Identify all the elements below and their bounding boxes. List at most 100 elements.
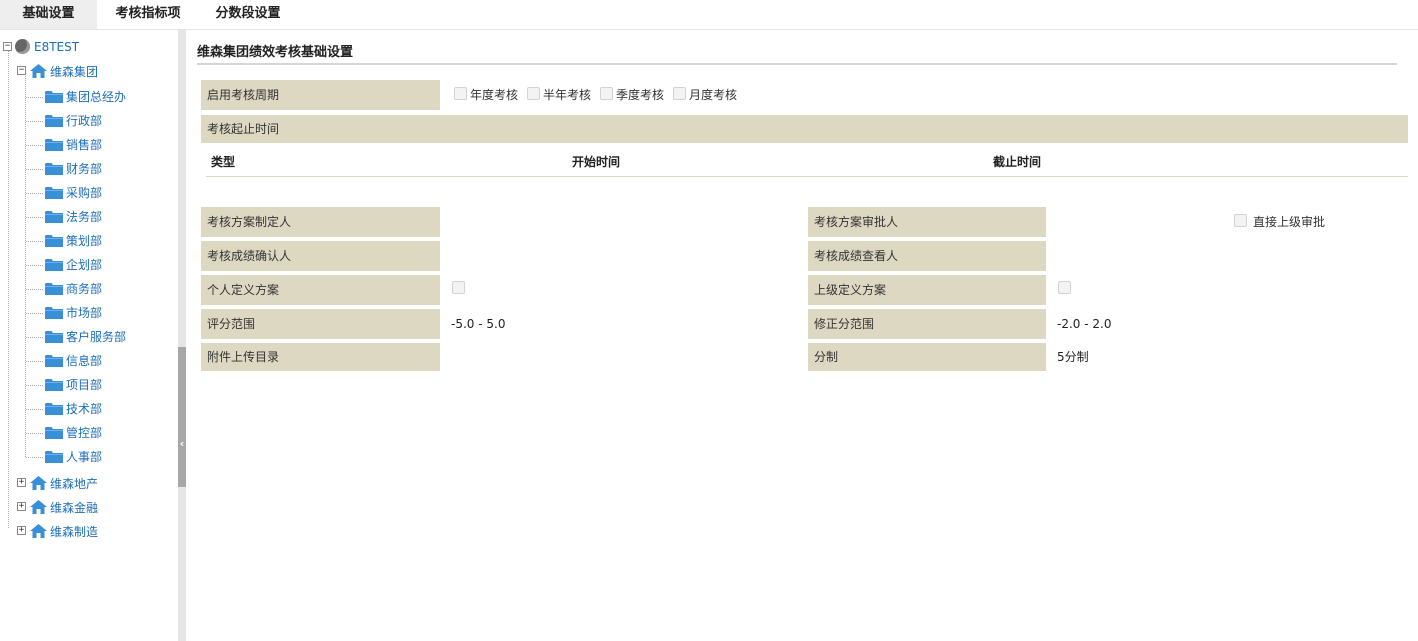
tree-node-group[interactable]: − 维森集团 <box>0 61 178 83</box>
tree-node-label: 商务部 <box>66 282 103 296</box>
tree-node-department[interactable]: 采购部 <box>0 182 178 204</box>
column-header-type: 类型 <box>211 155 236 169</box>
column-header-start-time: 开始时间 <box>572 155 621 169</box>
result-confirmer-label: 考核成绩确认人 <box>201 241 440 271</box>
folder-icon <box>45 379 63 391</box>
tree-node-label: 管控部 <box>66 426 103 440</box>
tree-node-department[interactable]: 法务部 <box>0 206 178 228</box>
tree-node-label: 人事部 <box>66 450 103 464</box>
plan-maker-label: 考核方案制定人 <box>201 207 440 237</box>
collapse-toggle-icon[interactable]: − <box>3 42 12 51</box>
main-panel: 维森集团绩效考核基础设置 启用考核周期 年度考核 半年考核 季度考核 月度考核 … <box>186 30 1418 641</box>
plan-approver-value[interactable] <box>1054 207 1224 237</box>
expand-toggle-icon[interactable]: + <box>17 478 26 487</box>
expand-toggle-icon[interactable]: + <box>17 502 26 511</box>
tree-node-label: 财务部 <box>66 162 103 176</box>
tree-node-department[interactable]: 客户服务部 <box>0 326 178 348</box>
tree-node-label: 信息部 <box>66 354 103 368</box>
tree-node-department[interactable]: 销售部 <box>0 134 178 156</box>
tree-connector <box>26 409 43 410</box>
checkbox-annual[interactable] <box>454 87 467 100</box>
checkbox-monthly[interactable] <box>673 87 686 100</box>
folder-icon <box>45 427 63 439</box>
collapse-toggle-icon[interactable]: − <box>17 66 26 75</box>
score-range-label: 评分范围 <box>201 309 440 339</box>
checkbox-superior-plan[interactable] <box>1058 281 1071 294</box>
tree-connector <box>26 337 43 338</box>
folder-icon <box>45 403 63 415</box>
tree-node-department[interactable]: 集团总经办 <box>0 86 178 108</box>
tree-node-label: 维森地产 <box>50 477 99 491</box>
checkbox-personal-plan[interactable] <box>452 281 465 294</box>
checkbox-direct-superior[interactable] <box>1234 214 1247 227</box>
tree-node-group[interactable]: + 维森地产 <box>0 473 178 495</box>
tree-node-department[interactable]: 管控部 <box>0 422 178 444</box>
plan-approver-label: 考核方案审批人 <box>808 207 1046 237</box>
expand-toggle-icon[interactable]: + <box>17 526 26 535</box>
tree-node-label: 行政部 <box>66 114 103 128</box>
period-table-divider <box>206 176 1408 177</box>
tree-node-department[interactable]: 信息部 <box>0 350 178 372</box>
folder-icon <box>45 331 63 343</box>
house-icon <box>30 500 47 514</box>
tree-node-label: E8TEST <box>34 40 80 54</box>
tree-node-label: 维森集团 <box>50 65 99 79</box>
tree-connector <box>26 313 43 314</box>
period-label: 考核起止时间 <box>201 115 1408 143</box>
tree-node-department[interactable]: 企划部 <box>0 254 178 276</box>
folder-icon <box>45 307 63 319</box>
tree-connector <box>26 433 43 434</box>
tree-node-label: 维森金融 <box>50 501 99 515</box>
tree-node-department[interactable]: 技术部 <box>0 398 178 420</box>
house-icon <box>30 476 47 490</box>
splitter-handle[interactable] <box>178 347 186 487</box>
tree-node-label: 维森制造 <box>50 525 99 539</box>
org-tree-sidebar: − E8TEST − 维森集团 集团总经办行政部销售部财务部采购部 法务部策划部企… <box>0 30 178 641</box>
result-viewer-value[interactable] <box>1054 241 1404 271</box>
tree-node-label: 策划部 <box>66 234 103 248</box>
tab-assessment-indicators[interactable]: 考核指标项 <box>97 0 199 29</box>
tree-node-department[interactable]: 财务部 <box>0 158 178 180</box>
tree-connector <box>26 97 43 98</box>
checkbox-label: 月度考核 <box>689 88 738 102</box>
tree-node-group[interactable]: + 维森制造 <box>0 521 178 543</box>
tree-connector <box>26 217 43 218</box>
plan-maker-value[interactable] <box>448 207 798 237</box>
tab-score-range-settings[interactable]: 分数段设置 <box>199 0 297 29</box>
superior-plan-label: 上级定义方案 <box>808 275 1046 305</box>
checkbox-quarterly[interactable] <box>600 87 613 100</box>
page-title: 维森集团绩效考核基础设置 <box>197 45 354 60</box>
score-range-value: -5.0 - 5.0 <box>451 317 506 331</box>
tree-connector <box>26 241 43 242</box>
tree-connector <box>26 169 43 170</box>
checkbox-label: 半年考核 <box>543 88 592 102</box>
tree-node-department[interactable]: 行政部 <box>0 110 178 132</box>
tree-node-department[interactable]: 商务部 <box>0 278 178 300</box>
adjust-range-value: -2.0 - 2.0 <box>1057 317 1112 331</box>
folder-icon <box>45 211 63 223</box>
sidebar-splitter[interactable]: ‹ <box>178 30 186 641</box>
tree-node-label: 销售部 <box>66 138 103 152</box>
folder-icon <box>45 115 63 127</box>
tree-node-department[interactable]: 项目部 <box>0 374 178 396</box>
folder-icon <box>45 187 63 199</box>
tree-node-label: 项目部 <box>66 378 103 392</box>
tree-node-root[interactable]: − E8TEST <box>0 36 178 58</box>
tree-node-department[interactable]: 策划部 <box>0 230 178 252</box>
tree-connector <box>26 265 43 266</box>
tab-basic-settings[interactable]: 基础设置 <box>0 0 97 29</box>
adjust-range-label: 修正分范围 <box>808 309 1046 339</box>
column-header-end-time: 截止时间 <box>993 155 1042 169</box>
tree-node-department[interactable]: 市场部 <box>0 302 178 324</box>
result-confirmer-value[interactable] <box>448 241 798 271</box>
checkbox-semiannual[interactable] <box>527 87 540 100</box>
checkbox-label: 直接上级审批 <box>1253 215 1326 229</box>
personal-plan-label: 个人定义方案 <box>201 275 440 305</box>
score-system-label: 分制 <box>808 343 1046 371</box>
attachment-dir-value[interactable] <box>451 343 791 373</box>
tree-node-label: 客户服务部 <box>66 330 127 344</box>
tree-node-group[interactable]: + 维森金融 <box>0 497 178 519</box>
tree-connector <box>26 121 43 122</box>
tree-node-department[interactable]: 人事部 <box>0 446 178 468</box>
collapse-arrow-icon[interactable]: ‹ <box>178 437 186 451</box>
